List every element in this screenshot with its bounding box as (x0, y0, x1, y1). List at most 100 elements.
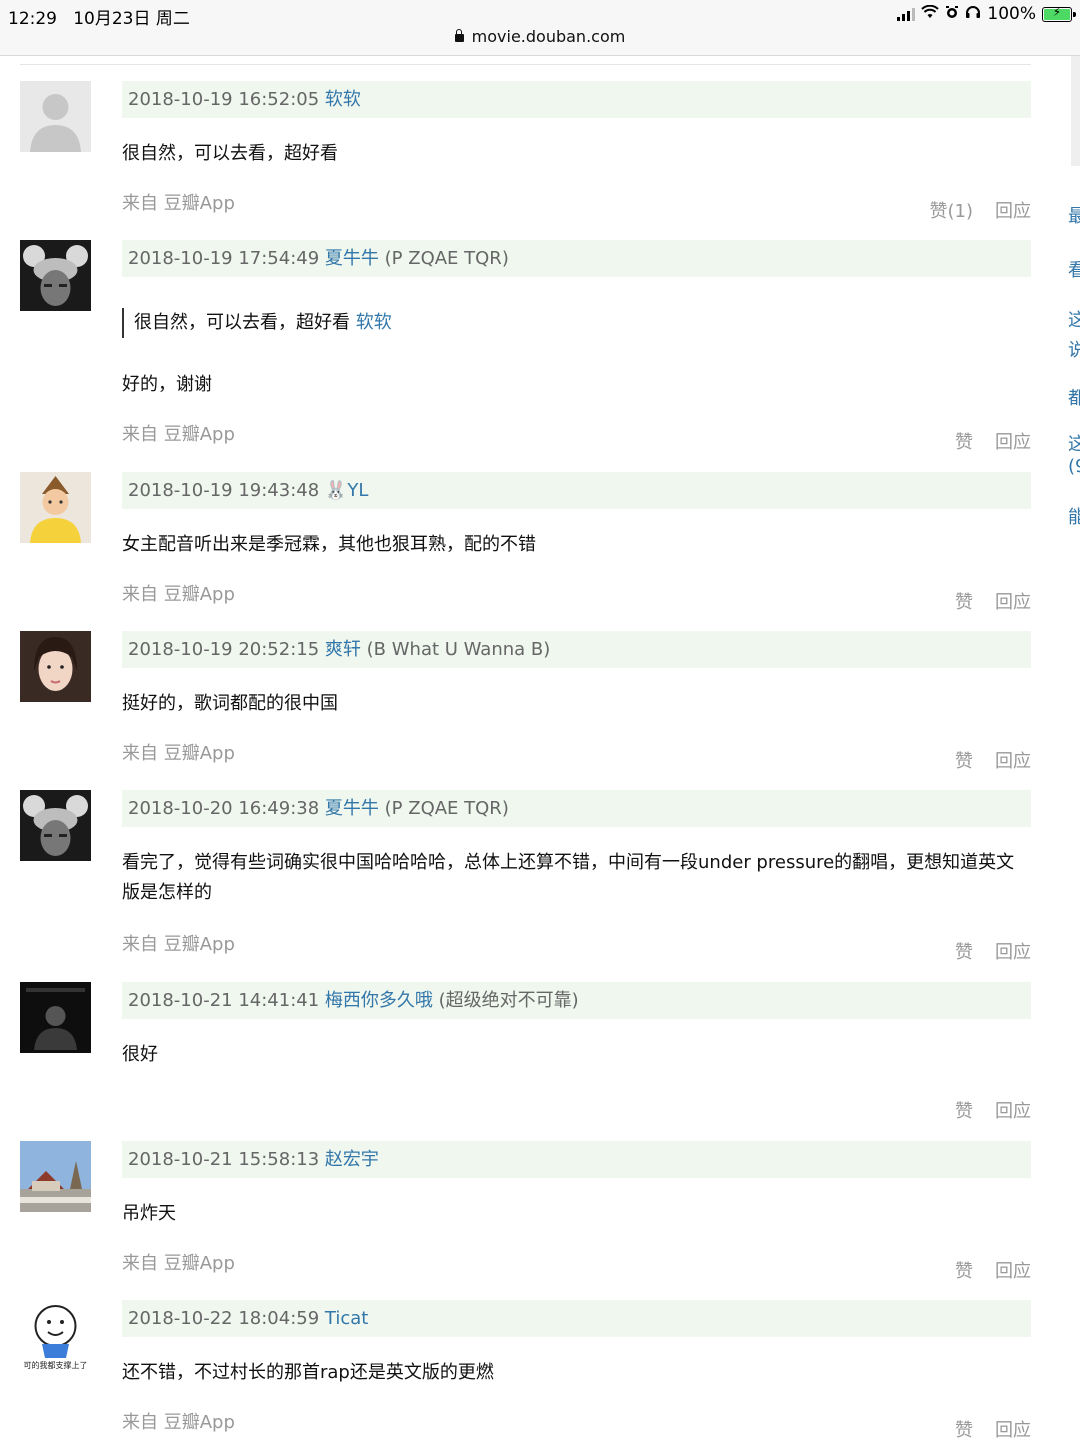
alarm-icon (945, 4, 959, 24)
like-button[interactable]: 赞 (955, 428, 973, 454)
comment-item: 2018-10-20 16:49:38 夏牛牛 (P ZQAE TQR) 看完了… (20, 790, 1031, 970)
reply-button[interactable]: 回应 (995, 1097, 1031, 1123)
reply-button[interactable]: 回应 (995, 428, 1031, 454)
scrollbar[interactable] (1071, 56, 1080, 166)
avatar[interactable] (20, 472, 91, 543)
comment-source[interactable]: 来自 豆瓣App (122, 1249, 235, 1275)
comment-actions: 赞 回应 (955, 588, 1031, 614)
comment-actions: 赞 回应 (955, 747, 1031, 773)
comment-author-nick: (P ZQAE TQR) (384, 798, 509, 819)
comment-text: 好的，谢谢 (122, 374, 212, 395)
reply-button[interactable]: 回应 (995, 197, 1031, 223)
comment-time: 2018-10-22 18:04:59 (128, 1308, 320, 1329)
lock-icon (454, 29, 464, 42)
comment-item: 2018-10-19 16:52:05 软软 很自然，可以去看，超好看 来自 豆… (20, 81, 1031, 231)
avatar[interactable] (20, 1141, 91, 1212)
sidebar-fragment[interactable]: (9 (1068, 456, 1080, 477)
like-button[interactable]: 赞 (955, 747, 973, 773)
comment-time: 2018-10-19 20:52:15 (128, 639, 320, 660)
reply-button[interactable]: 回应 (995, 588, 1031, 614)
status-indicators: 100% ⚡ (897, 4, 1076, 24)
battery-icon: ⚡ (1042, 5, 1076, 22)
browser-status-bar: 12:29 10月23日 周二 100% ⚡ movie.douban.com (0, 0, 1080, 56)
comment-header: 2018-10-19 16:52:05 软软 (122, 81, 1031, 118)
like-button[interactable]: 赞 (955, 1416, 973, 1440)
quoted-reply: 很自然，可以去看，超好看 软软 (122, 308, 392, 338)
signal-icon (897, 7, 916, 21)
avatar[interactable] (20, 631, 91, 702)
comment-item: 2018-10-19 20:52:15 爽轩 (B What U Wanna B… (20, 631, 1031, 781)
comment-author[interactable]: Ticat (325, 1308, 368, 1329)
sidebar-fragment[interactable]: 都 (1068, 384, 1080, 410)
comment-text: 女主配音听出来是季冠霖，其他也狠耳熟，配的不错 (122, 534, 536, 555)
avatar[interactable] (20, 240, 91, 311)
reply-button[interactable]: 回应 (995, 938, 1031, 964)
status-time: 12:29 (8, 9, 57, 29)
like-button[interactable]: 赞(1) (930, 197, 974, 223)
comment-text: 吊炸天 (122, 1203, 176, 1224)
comment-text: 看完了，觉得有些词确实很中国哈哈哈哈，总体上还算不错，中间有一段under pr… (122, 852, 1015, 903)
headphones-icon (965, 4, 981, 24)
quoted-author[interactable]: 软软 (356, 312, 392, 333)
comment-header: 2018-10-19 17:54:49 夏牛牛 (P ZQAE TQR) (122, 240, 1031, 277)
comment-actions: 赞 回应 (955, 938, 1031, 964)
comment-time: 2018-10-20 16:49:38 (128, 798, 320, 819)
avatar-caption: 可的我都支撑上了 (23, 1361, 88, 1370)
sidebar-fragment[interactable]: 说 (1068, 336, 1080, 362)
comment-actions: 赞 回应 (955, 1416, 1031, 1440)
comment-author-nick: (P ZQAE TQR) (384, 248, 509, 269)
comment-author[interactable]: 梅西你多久哦 (325, 990, 433, 1011)
comment-source[interactable]: 来自 豆瓣App (122, 189, 235, 215)
comment-time: 2018-10-19 17:54:49 (128, 248, 320, 269)
comment-source[interactable]: 来自 豆瓣App (122, 1408, 235, 1434)
wifi-icon (921, 4, 940, 24)
comment-actions: 赞 回应 (955, 1097, 1031, 1123)
comment-author[interactable]: 赵宏宇 (325, 1149, 379, 1170)
comment-time: 2018-10-19 19:43:48 (128, 480, 320, 501)
comment-text: 还不错，不过村长的那首rap还是英文版的更燃 (122, 1362, 494, 1383)
comment-time: 2018-10-19 16:52:05 (128, 89, 320, 110)
comment-author[interactable]: 夏牛牛 (325, 798, 379, 819)
sidebar-fragment[interactable]: 这 (1068, 430, 1080, 456)
comment-source[interactable]: 来自 豆瓣App (122, 580, 235, 606)
reply-button[interactable]: 回应 (995, 1257, 1031, 1283)
comment-actions: 赞 回应 (955, 1257, 1031, 1283)
comment-source[interactable]: 来自 豆瓣App (122, 930, 235, 956)
comment-text: 挺好的，歌词都配的很中国 (122, 693, 338, 714)
status-time-date: 12:29 10月23日 周二 (8, 4, 190, 29)
comment-source[interactable]: 来自 豆瓣App (122, 420, 235, 446)
address-bar[interactable]: movie.douban.com (0, 27, 1080, 46)
avatar[interactable] (20, 81, 91, 152)
comment-author[interactable]: 夏牛牛 (325, 248, 379, 269)
url-text: movie.douban.com (471, 27, 626, 46)
comment-header: 2018-10-20 16:49:38 夏牛牛 (P ZQAE TQR) (122, 790, 1031, 827)
avatar[interactable] (20, 982, 91, 1053)
comment-author[interactable]: 爽轩 (325, 639, 361, 660)
comment-actions: 赞(1) 回应 (930, 197, 1032, 223)
comment-item: 可的我都支撑上了 2018-10-22 18:04:59 Ticat 还不错，不… (20, 1300, 1031, 1440)
comment-time: 2018-10-21 15:58:13 (128, 1149, 320, 1170)
avatar[interactable] (20, 790, 91, 861)
like-button[interactable]: 赞 (955, 588, 973, 614)
sidebar-fragment[interactable]: 看 (1068, 256, 1080, 282)
comment-author-nick: (超级绝对不可靠) (438, 990, 579, 1011)
comment-author[interactable]: 软软 (325, 89, 361, 110)
reply-button[interactable]: 回应 (995, 747, 1031, 773)
comment-header: 2018-10-19 20:52:15 爽轩 (B What U Wanna B… (122, 631, 1031, 668)
sidebar-fragment[interactable]: 能 (1068, 503, 1080, 529)
quoted-text: 很自然，可以去看，超好看 (134, 312, 356, 333)
comment-author-nick: (B What U Wanna B) (366, 639, 551, 660)
comment-author[interactable]: 🐰YL (325, 480, 368, 501)
like-button[interactable]: 赞 (955, 1257, 973, 1283)
like-button[interactable]: 赞 (955, 938, 973, 964)
comment-source[interactable]: 来自 豆瓣App (122, 739, 235, 765)
comment-text: 很好 (122, 1044, 158, 1065)
sidebar-fragment[interactable]: 这 (1068, 306, 1080, 332)
avatar[interactable]: 可的我都支撑上了 (20, 1300, 91, 1371)
comment-item: 2018-10-21 15:58:13 赵宏宇 吊炸天 来自 豆瓣App 赞 回… (20, 1141, 1031, 1291)
sidebar-fragment[interactable]: 最 (1068, 202, 1080, 228)
comment-header: 2018-10-21 15:58:13 赵宏宇 (122, 1141, 1031, 1178)
reply-button[interactable]: 回应 (995, 1416, 1031, 1440)
comment-header: 2018-10-19 19:43:48 🐰YL (122, 472, 1031, 509)
like-button[interactable]: 赞 (955, 1097, 973, 1123)
